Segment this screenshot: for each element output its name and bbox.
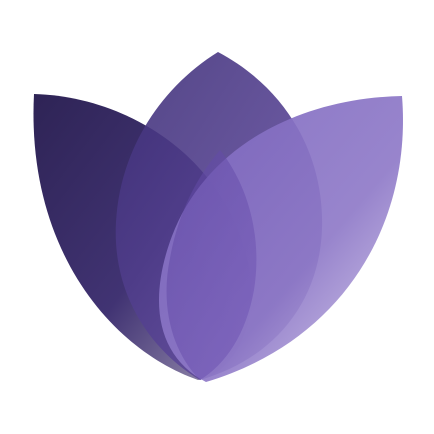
lotus-flower-icon (33, 52, 403, 382)
lotus-logo (0, 0, 434, 434)
